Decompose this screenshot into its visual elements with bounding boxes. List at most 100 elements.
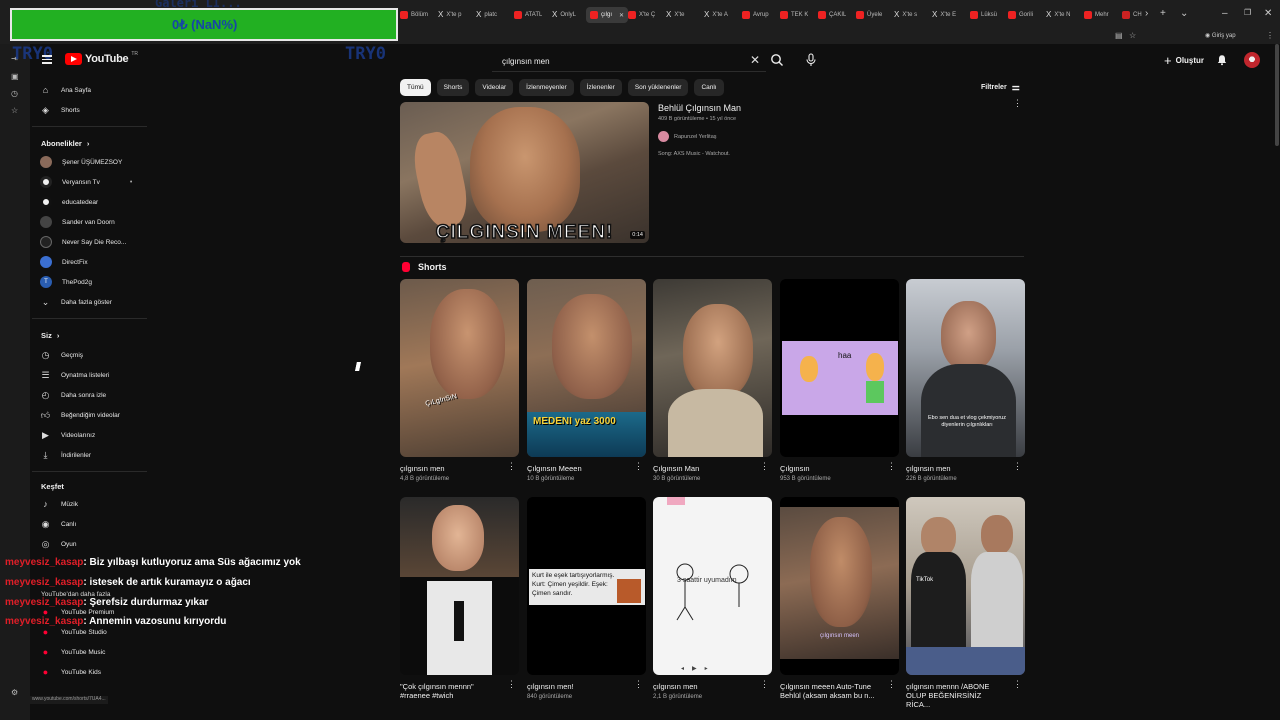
new-tab-icon[interactable]: + <box>1160 8 1166 19</box>
close-window-icon[interactable]: ✕ <box>1264 8 1272 19</box>
sidebar-item-your-videos[interactable]: ▶ Videolarınız <box>40 427 95 443</box>
browser-tab[interactable]: ÇAKIL <box>818 7 846 23</box>
more-options-icon[interactable]: ⋮ <box>887 462 896 476</box>
short-card[interactable]: Çılgınsın Man 30 B görüntüleme ⋮ <box>653 279 772 482</box>
short-title[interactable]: çılgınsın men <box>400 464 500 473</box>
more-options-icon[interactable]: ⋮ <box>1013 680 1022 694</box>
short-thumbnail[interactable]: haa <box>780 279 899 457</box>
browser-tab[interactable]: X X'te N <box>1046 7 1071 23</box>
short-thumbnail[interactable]: ÇıLgInSıN <box>400 279 519 457</box>
browser-tab[interactable]: X X'te <box>666 7 685 23</box>
sidebar-item-gaming[interactable]: ◎ Oyun <box>40 536 77 552</box>
sidebar-item-downloads[interactable]: ⤓ İndirilenler <box>40 447 92 463</box>
more-options-icon[interactable]: ⋮ <box>634 680 643 694</box>
chip-live[interactable]: Canlı <box>694 79 724 96</box>
subscription-item[interactable]: educatedear <box>40 194 98 210</box>
browser-tab[interactable]: Bölüm <box>400 7 428 23</box>
chip-unwatched[interactable]: İzlenmeyenler <box>519 79 574 96</box>
short-title[interactable]: çılgınsın men <box>653 682 753 691</box>
short-thumbnail[interactable]: Ebo sen dua et vlog çekmiyoruz diyenleri… <box>906 279 1025 457</box>
rail-tabs-icon[interactable]: ▣ <box>11 72 20 81</box>
short-title[interactable]: Çılgınsın <box>780 464 880 473</box>
browser-tab[interactable]: X X'te s <box>894 7 917 23</box>
short-card[interactable]: TikTok çılgınsın mennn /ABONE OLUP BEĞEN… <box>906 497 1025 709</box>
sidebar-item-home[interactable]: ⌂ Ana Sayfa <box>40 82 91 98</box>
bookmark-star-icon[interactable]: ☆ <box>1129 31 1136 40</box>
chip-shorts[interactable]: Shorts <box>436 79 470 96</box>
short-card[interactable]: çılgınsın meen Çılgınsın meeen Auto-Tune… <box>780 497 899 700</box>
short-card[interactable]: Ebo sen dua et vlog çekmiyoruz diyenleri… <box>906 279 1025 482</box>
rail-settings-icon[interactable]: ⚙ <box>11 688 20 697</box>
short-title[interactable]: Çılgınsın meeen Auto-Tune Behlül (aksam … <box>780 682 880 700</box>
subscription-item[interactable]: Şener ÜŞÜMEZSOY <box>40 154 122 170</box>
sidebar-item-liked[interactable]: 👍︎ Beğendiğim videolar <box>40 407 120 423</box>
tab-list-icon[interactable]: ⌄ <box>1180 8 1188 19</box>
subscriptions-heading[interactable]: Abonelikler › <box>41 139 89 148</box>
browser-tab[interactable]: X OnlyL <box>552 7 576 23</box>
rail-history-icon[interactable]: ◷ <box>11 89 20 98</box>
search-input[interactable] <box>502 54 722 68</box>
rail-bookmarks-icon[interactable]: ☆ <box>11 106 20 115</box>
notifications-bell-icon[interactable] <box>1216 54 1228 66</box>
short-title[interactable]: "Çok çılgınsın mennn" #rraenee #twich <box>400 682 500 700</box>
short-card[interactable]: MEDENI yaz 3000 Çılgınsın Meeen 10 B gör… <box>527 279 646 482</box>
short-thumbnail[interactable]: Kurt ile eşek tartışıyorlarmış. Kurt: Çi… <box>527 497 646 675</box>
browser-tab[interactable]: CH <box>1122 7 1142 23</box>
subscription-item[interactable]: Veryansın Tv • <box>40 174 132 190</box>
browser-tab[interactable]: TEK K <box>780 7 808 23</box>
short-title[interactable]: çılgınsın men! <box>527 682 627 691</box>
sidebar-item-watch-later[interactable]: ◴ Daha sonra izle <box>40 387 107 403</box>
short-card[interactable]: ÇıLgInSıN çılgınsın men 4,8 B görüntülem… <box>400 279 519 482</box>
restore-icon[interactable]: ❐ <box>1244 8 1251 17</box>
browser-tab[interactable]: Avrup <box>742 7 769 23</box>
create-button[interactable]: + Oluştur <box>1160 51 1208 69</box>
browser-tab[interactable]: X X'te E <box>932 7 956 23</box>
subscription-item[interactable]: T ThePod2g <box>40 274 92 290</box>
chip-all[interactable]: Tümü <box>400 79 431 96</box>
sidebar-item-shorts[interactable]: ◈ Shorts <box>40 102 80 118</box>
short-title[interactable]: Çılgınsın Meeen <box>527 464 627 473</box>
browser-tab[interactable]: Mehr <box>1084 7 1109 23</box>
short-card[interactable]: haa Çılgınsın 953 B görüntüleme ⋮ <box>780 279 899 482</box>
browser-tab[interactable]: Lüksü <box>970 7 997 23</box>
more-options-icon[interactable]: ⋮ <box>1013 462 1022 476</box>
browser-tab-active[interactable]: çılgı ✕ <box>586 7 629 23</box>
short-title[interactable]: Çılgınsın Man <box>653 464 753 473</box>
top-result-thumbnail[interactable]: ÇILGINSIN MEEN! 0:14 <box>400 102 649 243</box>
microphone-icon[interactable] <box>805 53 817 67</box>
minimize-icon[interactable]: – <box>1222 8 1228 19</box>
browser-tab[interactable]: Gorili <box>1008 7 1033 23</box>
short-thumbnail[interactable]: 3 saattir uyumadım ◂▶▸ <box>653 497 772 675</box>
browser-menu-icon[interactable]: ⋮ <box>1266 31 1274 40</box>
close-tab-icon[interactable]: ✕ <box>619 12 624 19</box>
subscription-item[interactable]: DirectFix <box>40 254 88 270</box>
youtube-logo[interactable]: YouTube TR <box>65 51 138 65</box>
short-title[interactable]: çılgınsın men <box>906 464 1006 473</box>
account-avatar[interactable] <box>1244 52 1260 68</box>
short-thumbnail[interactable]: TikTok <box>906 497 1025 675</box>
more-options-icon[interactable]: ⋮ <box>507 462 516 476</box>
sidebar-item-music[interactable]: ♪ Müzik <box>40 496 78 512</box>
sidebar-item-playlists[interactable]: ☰ Oynatma listeleri <box>40 367 109 383</box>
more-options-icon[interactable]: ⋮ <box>507 680 516 694</box>
browser-tab[interactable]: ATATL <box>514 7 542 23</box>
subscription-item[interactable]: Never Say Die Reco... <box>40 234 126 250</box>
short-thumbnail[interactable]: MEDENI yaz 3000 <box>527 279 646 457</box>
browser-tab[interactable]: X X'te A <box>704 7 728 23</box>
short-thumbnail[interactable] <box>400 497 519 675</box>
more-options-icon[interactable]: ⋮ <box>760 462 769 476</box>
more-options-icon[interactable]: ⋮ <box>887 680 896 694</box>
short-card[interactable]: 3 saattir uyumadım ◂▶▸ çılgınsın men 2,1… <box>653 497 772 700</box>
show-more-button[interactable]: ⌄ Daha fazla göster <box>40 294 112 310</box>
chip-watched[interactable]: İzlenenler <box>579 79 622 96</box>
reader-icon[interactable]: ▤ <box>1115 31 1123 40</box>
browser-tab[interactable]: X'te Ç <box>628 7 655 23</box>
subscription-item[interactable]: Sander van Doorn <box>40 214 115 230</box>
browser-tab[interactable]: X X'te p <box>438 7 462 23</box>
more-options-icon[interactable]: ⋮ <box>634 462 643 476</box>
more-options-icon[interactable]: ⋮ <box>760 680 769 694</box>
tab-scroll-right-icon[interactable]: › <box>1145 8 1148 19</box>
short-title[interactable]: çılgınsın mennn /ABONE OLUP BEĞENİRSİNİZ… <box>906 682 1006 709</box>
chip-videos[interactable]: Videolar <box>475 79 514 96</box>
you-heading[interactable]: Siz › <box>41 331 59 340</box>
